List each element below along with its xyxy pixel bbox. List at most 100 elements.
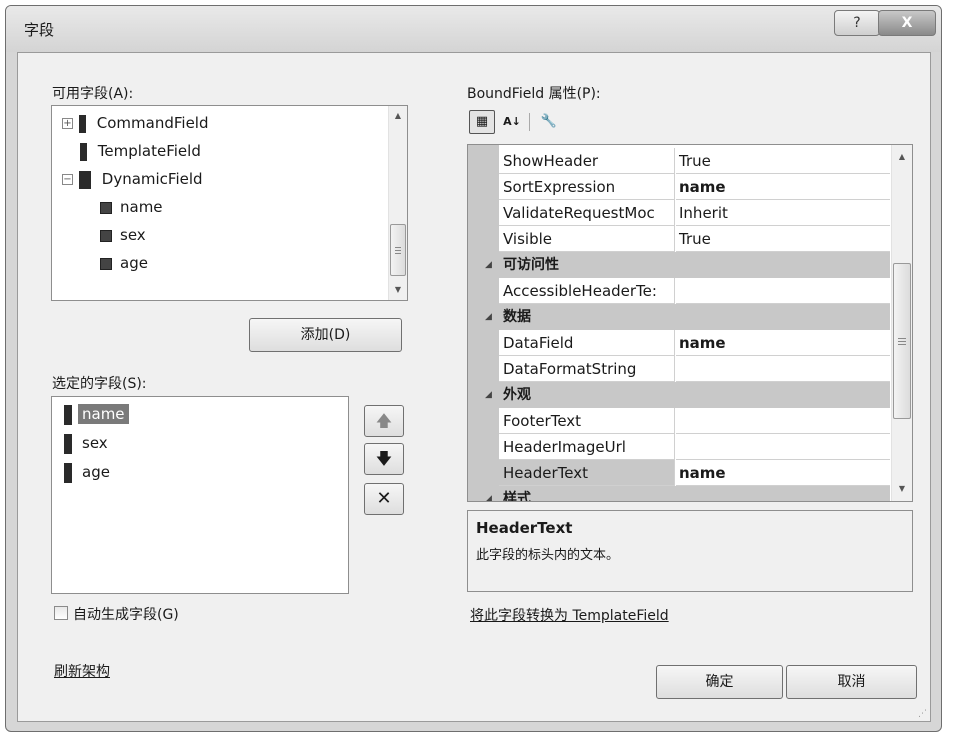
collapse-triangle-icon[interactable]: ◢ [485, 252, 492, 278]
tree-item-commandfield[interactable]: + CommandField [62, 111, 209, 135]
tree-item-label: CommandField [96, 114, 209, 132]
property-name: AccessibleHeaderTe: [499, 278, 675, 304]
sort-alpha-icon: A↓ [503, 115, 521, 128]
tree-item-dynamicfield[interactable]: − DynamicField [62, 167, 203, 191]
ok-button[interactable]: 确定 [656, 665, 783, 699]
property-value[interactable]: name [676, 460, 890, 486]
tree-scrollbar[interactable]: ▲ ▼ [388, 106, 407, 300]
auto-generate-label: 自动生成字段(G) [73, 607, 179, 623]
category-label: 数据 [503, 309, 531, 325]
collapse-icon[interactable]: − [62, 174, 73, 185]
column-icon [100, 201, 112, 214]
move-down-button[interactable]: 🡇 [364, 443, 404, 475]
tree-item-label: DynamicField [101, 170, 203, 188]
property-value[interactable]: name [676, 330, 890, 356]
category-appearance[interactable]: ◢ 外观 [468, 382, 890, 408]
delete-icon: ✕ [376, 488, 392, 509]
description-title: HeaderText [476, 519, 573, 537]
delete-field-button[interactable]: ✕ [364, 483, 404, 515]
category-accessibility[interactable]: ◢ 可访问性 [468, 252, 890, 278]
property-description-pane: HeaderText 此字段的标头内的文本。 [467, 510, 913, 592]
property-name: ShowHeader [499, 148, 675, 174]
property-pages-button[interactable]: 🔧 [536, 110, 562, 134]
list-item-label: age [82, 463, 110, 481]
arrow-up-icon: 🡅 [375, 411, 393, 430]
property-value[interactable] [676, 356, 890, 382]
fields-dialog: 字段 ? X 可用字段(A): + CommandField TemplateF… [5, 5, 942, 732]
title-bar: 字段 ? X [6, 6, 941, 52]
scroll-up-icon[interactable]: ▲ [389, 108, 407, 124]
list-item[interactable]: sex [64, 431, 112, 455]
field-icon [64, 433, 72, 454]
tree-item-label: name [120, 198, 163, 216]
list-item[interactable]: name [64, 402, 129, 426]
field-icon [64, 404, 72, 425]
tree-item-label: sex [120, 226, 146, 244]
tree-item-sex[interactable]: sex [100, 223, 146, 247]
list-item-label: name [78, 404, 129, 424]
property-value[interactable]: True [676, 148, 890, 174]
property-value[interactable]: True [676, 226, 890, 252]
property-value[interactable] [676, 278, 890, 304]
property-name: ValidateRequestMoc [499, 200, 675, 226]
property-name: DataFormatString [499, 356, 675, 382]
cancel-button[interactable]: 取消 [786, 665, 917, 699]
list-item-label: sex [82, 434, 108, 452]
help-button[interactable]: ? [834, 10, 880, 36]
window-title: 字段 [24, 21, 55, 39]
tree-item-name[interactable]: name [100, 195, 163, 219]
property-name: FooterText [499, 408, 675, 434]
arrow-down-icon: 🡇 [375, 449, 393, 468]
property-name: SortExpression [499, 174, 675, 200]
scroll-thumb[interactable] [390, 224, 406, 276]
category-label: 样式 [503, 491, 531, 502]
property-grid-scrollbar[interactable]: ▲ ▼ [891, 145, 912, 501]
wrench-icon: 🔧 [540, 114, 558, 129]
tree-item-age[interactable]: age [100, 251, 148, 275]
column-icon [100, 229, 112, 242]
property-name: HeaderText [499, 460, 675, 486]
scroll-up-icon[interactable]: ▲ [892, 149, 912, 165]
close-button[interactable]: X [878, 10, 936, 36]
add-button[interactable]: 添加(D) [249, 318, 402, 352]
category-style[interactable]: ◢ 样式 [468, 486, 890, 502]
scroll-thumb[interactable] [893, 263, 911, 419]
available-fields-tree[interactable]: + CommandField TemplateField − DynamicFi… [51, 105, 408, 301]
collapse-triangle-icon[interactable]: ◢ [485, 304, 492, 330]
field-icon [64, 462, 72, 483]
scroll-down-icon[interactable]: ▼ [389, 282, 407, 298]
dynamic-field-icon [79, 170, 91, 189]
auto-generate-checkbox[interactable] [54, 606, 68, 620]
tree-item-templatefield[interactable]: TemplateField [80, 139, 201, 163]
category-label: 外观 [503, 387, 531, 403]
dialog-client-area: 可用字段(A): + CommandField TemplateField − … [17, 52, 931, 722]
available-fields-label: 可用字段(A): [52, 86, 134, 102]
category-label: 可访问性 [503, 257, 559, 273]
list-item[interactable]: age [64, 460, 114, 484]
property-value[interactable]: name [676, 174, 890, 200]
help-icon: ? [853, 15, 861, 31]
refresh-schema-link[interactable]: 刷新架构 [54, 661, 110, 681]
property-value[interactable] [676, 408, 890, 434]
move-up-button[interactable]: 🡅 [364, 405, 404, 437]
category-data[interactable]: ◢ 数据 [468, 304, 890, 330]
close-icon: X [901, 15, 913, 31]
property-value[interactable] [676, 434, 890, 460]
scroll-down-icon[interactable]: ▼ [892, 481, 912, 497]
field-icon [79, 114, 86, 133]
property-grid[interactable]: ShowHeader True SortExpression name Vali… [467, 144, 913, 502]
categorized-icon: ▦ [475, 114, 489, 129]
collapse-triangle-icon[interactable]: ◢ [485, 486, 492, 501]
column-icon [100, 257, 112, 270]
categorized-button[interactable]: ▦ [469, 110, 495, 134]
resize-grip-icon[interactable]: ⋰ [918, 709, 927, 719]
convert-to-templatefield-link[interactable]: 将此字段转换为 TemplateField [470, 605, 669, 625]
selected-fields-label: 选定的字段(S): [52, 376, 147, 392]
property-value[interactable]: Inherit [676, 200, 890, 226]
property-name: Visible [499, 226, 675, 252]
tree-item-label: age [120, 254, 148, 272]
expand-icon[interactable]: + [62, 118, 73, 129]
alphabetical-button[interactable]: A↓ [499, 110, 525, 134]
collapse-triangle-icon[interactable]: ◢ [485, 382, 492, 408]
selected-fields-list[interactable]: name sex age [51, 396, 349, 594]
